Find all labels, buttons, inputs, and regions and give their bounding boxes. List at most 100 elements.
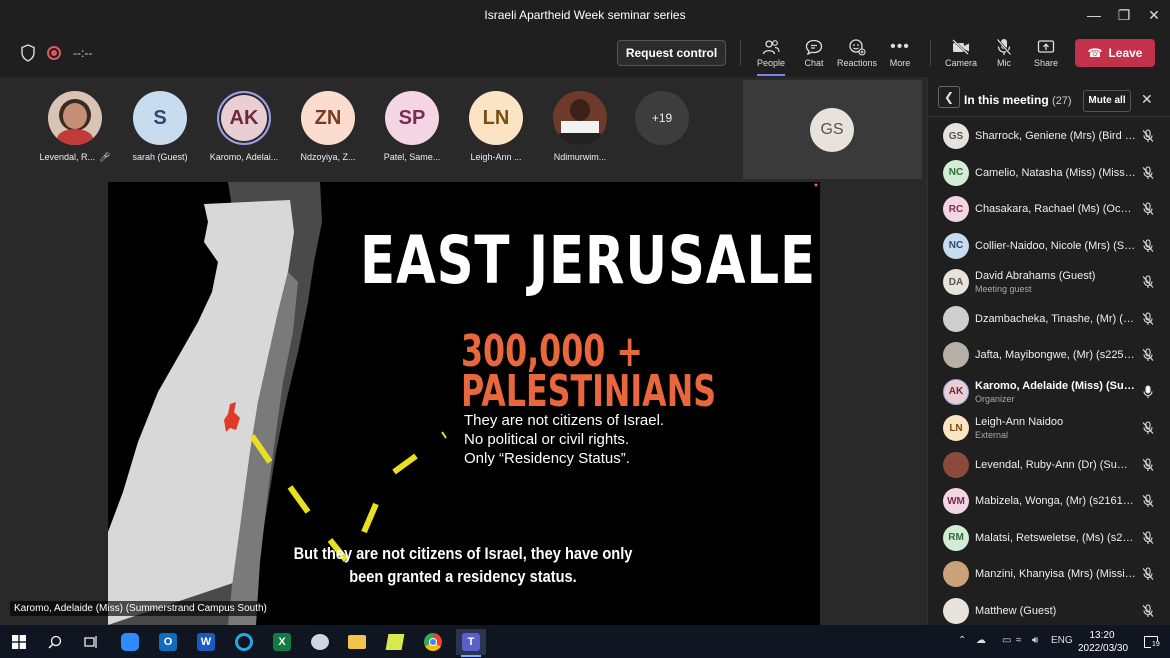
people-icon [762,40,780,55]
word-app[interactable]: W [193,629,219,655]
participant-tile[interactable]: LN Leigh-Ann ... [454,91,538,162]
participant-row[interactable]: Levendal, Ruby-Ann (Dr) (Summ... [928,447,1170,483]
slide-caption: But they are not citizens of Israel, the… [293,544,633,586]
mic-off-icon[interactable] [1141,165,1155,180]
spotlight-avatar: GS [810,108,854,152]
task-view-button[interactable] [78,629,104,655]
mic-off-icon[interactable] [1141,603,1155,618]
participant-row[interactable]: Dzambacheka, Tinashe, (Mr) (s2... [928,301,1170,337]
participant-row[interactable]: Manzini, Khanyisa (Mrs) (Missio... [928,556,1170,592]
sticky-notes-app[interactable] [382,629,408,655]
participant-role: Organizer [975,393,1015,404]
system-clock[interactable]: 13:20 2022/03/30 [1078,629,1128,655]
onedrive-icon[interactable]: ☁ [976,635,986,646]
share-icon [1037,40,1055,53]
outlook-app[interactable]: O [155,629,181,655]
excel-app[interactable]: X [269,629,295,655]
close-window-button[interactable]: ✕ [1143,4,1165,26]
participant-name: Levendal, R... [39,152,96,162]
presenter-label: Karomo, Adelaide (Miss) (Summerstrand Ca… [10,601,271,616]
spotlight-tile[interactable]: GS [743,80,922,179]
file-explorer-app[interactable] [344,629,370,655]
palette-icon [311,634,329,650]
teams-app[interactable]: T [456,629,486,657]
mic-off-icon[interactable] [1141,275,1155,289]
participant-name: Dzambacheka, Tinashe, (Mr) (s2... [975,312,1137,325]
participant-row[interactable]: DA David Abrahams (Guest) Meeting guest [928,264,1170,300]
notification-center-button[interactable]: 19 [1138,629,1164,655]
chat-button[interactable]: Chat [792,36,836,68]
participant-row[interactable]: RM Malatsi, Retsweletse, (Ms) (s220... [928,520,1170,556]
word-icon: W [197,633,215,651]
task-view-icon [84,636,97,648]
restore-button[interactable]: ❐ [1113,4,1135,26]
overflow-count: +19 [635,91,689,145]
search-button[interactable] [42,629,68,655]
participant-row[interactable]: WM Mabizela, Wonga, (Mr) (s216154... [928,483,1170,519]
participant-row[interactable]: GS Sharrock, Geniene (Mrs) (Bird Str... [928,118,1170,154]
back-button[interactable]: ❮ [938,86,960,108]
participant-avatar: AK [217,91,271,145]
paint-app[interactable] [307,629,333,655]
share-button[interactable]: Share [1024,36,1068,68]
mic-off-icon[interactable] [1141,530,1155,545]
slide-bullet: No political or civil rights. [464,431,630,448]
request-control-button[interactable]: Request control [617,40,726,66]
wifi-icon[interactable]: ≈ [1016,635,1022,646]
participant-row[interactable]: LN Leigh-Ann Naidoo External [928,410,1170,446]
participant-name: Sharrock, Geniene (Mrs) (Bird Str... [975,130,1137,142]
close-panel-button[interactable]: ✕ [1141,91,1153,108]
participant-tile[interactable]: Levendal, R... 🎤︎ [33,91,117,163]
start-button[interactable] [6,629,32,655]
mic-off-icon[interactable] [1141,421,1155,435]
chevron-up-icon[interactable]: ⌃ [958,635,966,646]
participant-row[interactable]: NC Camelio, Natasha (Miss) (Missio... [928,155,1170,191]
leave-button[interactable]: ☎ Leave [1075,39,1155,67]
reactions-icon [849,39,866,56]
volume-icon[interactable]: 🔊︎ [1032,635,1038,646]
mic-off-icon[interactable] [1141,457,1155,472]
internet-explorer-icon [235,633,253,651]
edge-app[interactable] [231,629,257,655]
participant-tile[interactable]: AK Karomo, Adelai... [202,91,286,162]
participant-gallery: Levendal, R... 🎤︎ S sarah (Guest) AK Karo… [0,77,742,179]
participant-tile[interactable]: S sarah (Guest) [118,91,202,162]
zoom-icon [121,633,139,651]
participant-avatar: DA [943,269,969,295]
people-button[interactable]: People [749,36,793,76]
mic-off-icon[interactable] [1141,348,1155,362]
participant-tile[interactable]: SP Patel, Same... [370,91,454,162]
participant-row[interactable]: Matthew (Guest) [928,593,1170,626]
mic-off-icon[interactable] [1141,567,1155,581]
battery-icon[interactable]: ▭ [1002,635,1011,646]
participant-tile[interactable]: Ndimurwim... [538,91,622,162]
mic-off-icon[interactable] [1141,129,1155,143]
chrome-app[interactable] [420,629,446,655]
participant-tile[interactable]: ZN Ndzoyiya, Z... [286,91,370,162]
overflow-tile[interactable]: +19 [620,91,704,145]
participant-avatar: S [133,91,187,145]
reactions-button[interactable]: Reactions [835,36,879,68]
slide-title: EAST JERUSALEM [360,222,820,299]
participant-row[interactable]: NC Collier-Naidoo, Nicole (Mrs) (Su... [928,228,1170,264]
mic-button[interactable]: Mic [982,36,1026,68]
participant-row[interactable]: RC Chasakara, Rachael (Ms) (Ocean ... [928,191,1170,227]
mic-off-icon[interactable] [1141,238,1155,253]
mic-on-icon[interactable] [1141,384,1155,399]
more-button[interactable]: ••• More [878,36,922,68]
mic-off-icon[interactable] [1141,311,1155,326]
zoom-app[interactable] [117,629,143,655]
camera-button[interactable]: Camera [939,36,983,68]
participant-row[interactable]: Jafta, Mayibongwe, (Mr) (s22528... [928,337,1170,373]
mic-off-icon[interactable] [1141,494,1155,508]
phone-hangup-icon: ☎ [1087,46,1103,60]
minimize-button[interactable]: — [1083,4,1105,26]
slide-bullet: They are not citizens of Israel. [464,412,665,429]
mic-off-icon[interactable] [1141,202,1155,216]
share-label: Share [1033,58,1059,68]
participant-avatar: RC [943,196,969,222]
mute-all-button[interactable]: Mute all [1083,90,1131,112]
participant-row[interactable]: AK Karomo, Adelaide (Miss) (Sum... Organiz… [928,374,1170,410]
language-indicator[interactable]: ENG [1051,635,1073,646]
participant-name: Levendal, Ruby-Ann (Dr) (Summ... [975,458,1137,471]
